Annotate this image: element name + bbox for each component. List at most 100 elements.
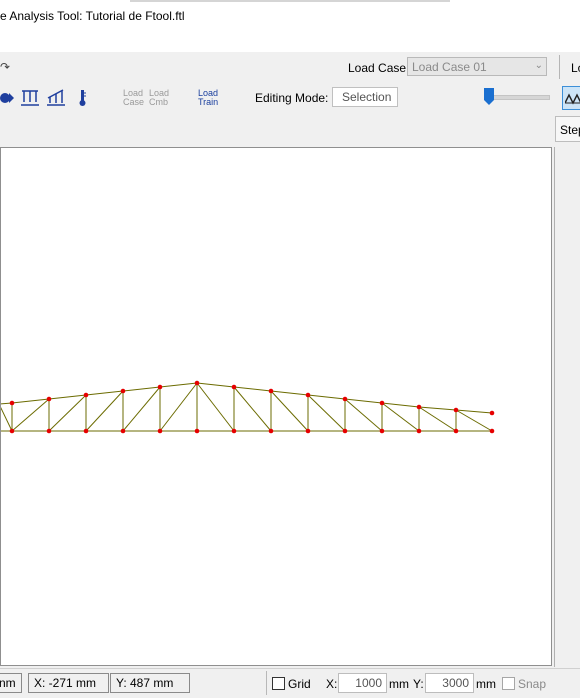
truss-member[interactable] [381,402,420,432]
truss-member[interactable] [418,406,457,432]
truss-member[interactable] [455,409,493,432]
truss-node[interactable] [379,400,385,406]
load-case-button[interactable]: Load Case [123,89,144,107]
zoom-slider-track[interactable] [486,95,550,100]
truss-node[interactable] [9,428,15,434]
load-case-value: Load Case 01 [412,60,487,74]
truss-node[interactable] [305,428,311,434]
truss-node[interactable] [416,404,422,410]
status-bar: nm X: -271 mm Y: 487 mm Grid X: 1000 mm … [0,668,580,698]
truss-member[interactable] [1,404,13,432]
truss-icon [565,93,580,105]
truss-mode-button[interactable] [562,86,580,110]
grid-x-input[interactable]: 1000 [338,673,387,693]
truss-member[interactable] [344,398,383,404]
truss-member[interactable] [233,386,272,392]
load-cmb-button-label: Load Cmb [149,88,170,107]
truss-member[interactable] [48,394,87,400]
truss-node[interactable] [416,428,422,434]
truss-node[interactable] [46,396,52,402]
truss-member[interactable] [307,394,346,400]
truss-node[interactable] [379,428,385,434]
truss-member[interactable] [122,386,161,432]
truss-node[interactable] [489,410,495,416]
clipped-toolbar-label: Lo [571,61,580,75]
truss-member[interactable] [270,390,309,396]
truss-member[interactable] [11,398,50,432]
truss-node[interactable] [194,428,200,434]
status-divider [266,671,267,695]
truss-member[interactable] [344,398,383,432]
truss-node[interactable] [46,428,52,434]
truss-member[interactable] [85,390,124,432]
truss-member[interactable] [48,394,87,432]
truss-node[interactable] [83,428,89,434]
title-bar-overlay [130,0,450,2]
truss-node[interactable] [231,384,237,390]
truss-member[interactable] [196,382,235,432]
snap-checkbox[interactable] [502,677,515,690]
truss-node[interactable] [453,407,459,413]
grid-checkbox[interactable] [272,677,285,690]
truss-node[interactable] [268,428,274,434]
window-title: e Analysis Tool: Tutorial de Ftool.ftl [0,9,185,23]
truss-node[interactable] [489,428,495,434]
truss-node[interactable] [231,428,237,434]
truss-node[interactable] [342,428,348,434]
grid-label: Grid [288,677,311,691]
truss-node[interactable] [120,428,126,434]
load-cmb-button[interactable]: Load Cmb [149,89,169,107]
grid-y-value: 3000 [442,676,469,690]
y-coordinate-text: Y: 487 mm [116,676,174,690]
truss-node[interactable] [268,388,274,394]
truss-member[interactable] [270,390,309,432]
truss-member[interactable] [307,394,346,432]
load-tools-toolbar: Load Case Load Cmb Load Train Editing Mo… [0,82,580,115]
truss-node[interactable] [194,380,200,386]
truss-member[interactable] [11,398,50,404]
linear-load-icon[interactable] [46,88,66,108]
truss-node[interactable] [305,392,311,398]
truss-member[interactable] [122,386,161,392]
truss-member[interactable] [418,406,457,411]
title-bar: e Analysis Tool: Tutorial de Ftool.ftl [0,0,580,53]
load-train-button[interactable]: Load Train [198,89,218,107]
load-case-label: Load Case: [348,61,410,75]
truss-node[interactable] [157,428,163,434]
truss-member[interactable] [455,409,493,414]
redo-icon[interactable]: ↷ [0,60,10,74]
drawing-canvas[interactable] [0,147,552,666]
thermal-load-icon[interactable] [73,88,93,108]
panel-header-row [0,114,580,146]
load-case-toolbar: ↷ Load Case: Load Case 01 ⌄ Lo [0,52,580,83]
distributed-load-icon[interactable] [20,88,40,108]
truss-node[interactable] [9,400,15,406]
load-case-select[interactable]: Load Case 01 ⌄ [407,57,547,76]
toolbar-divider [559,55,560,79]
truss-member[interactable] [159,382,198,388]
editing-mode-value: Selection [342,90,392,104]
load-train-button-label: Load Train [198,88,219,107]
truss-node[interactable] [342,396,348,402]
chevron-down-icon: ⌄ [534,60,543,71]
truss-node[interactable] [83,392,89,398]
grid-y-label: Y: [413,677,424,691]
zoom-slider-thumb[interactable] [484,88,494,105]
side-panel [554,147,580,667]
truss-member[interactable] [159,382,198,432]
truss-node[interactable] [453,428,459,434]
support-icon[interactable] [0,88,20,108]
truss-node[interactable] [120,388,126,394]
editing-mode-field[interactable]: Selection [332,87,398,107]
truss-member[interactable] [381,402,420,408]
tab-step-label: Step [560,123,580,137]
truss-node[interactable] [157,384,163,390]
grid-x-value: 1000 [355,676,382,690]
truss-member[interactable] [196,382,235,388]
grid-y-input[interactable]: 3000 [425,673,474,693]
tab-step[interactable]: Step [555,116,580,142]
unit-field: nm [0,673,22,693]
x-coordinate-field: X: -271 mm [28,673,109,693]
truss-member[interactable] [85,390,124,396]
truss-member[interactable] [233,386,272,432]
